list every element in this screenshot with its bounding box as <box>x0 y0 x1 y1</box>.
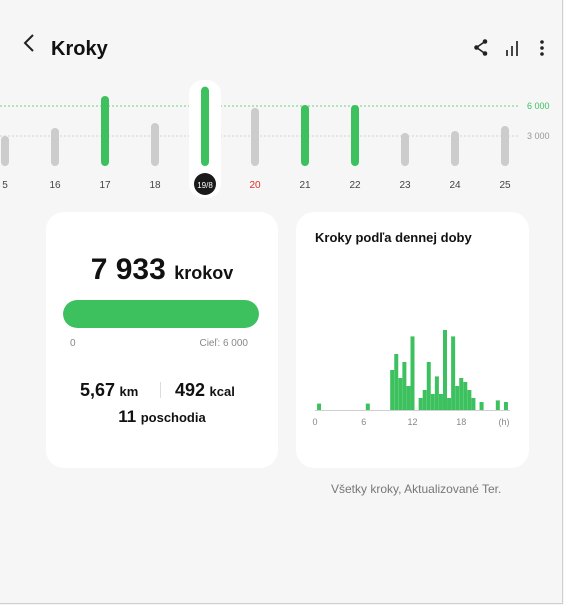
hourly-bar <box>394 354 399 410</box>
day-bar[interactable] <box>1 136 9 166</box>
distance: 5,67 km <box>80 377 138 405</box>
goal-line-label: 6 000 <box>527 101 550 111</box>
distance-calories-row: 5,67 km 492 kcal <box>46 377 278 403</box>
steps-summary-card[interactable]: 7 933 krokov 0 Cieľ: 6 000 5,67 km 492 k… <box>46 212 278 468</box>
day-label[interactable]: 21 <box>299 180 311 191</box>
calories: 492 kcal <box>175 377 235 405</box>
hourly-bar <box>398 378 403 410</box>
calories-unit: kcal <box>209 384 235 399</box>
floors: 11 poschodia <box>46 405 278 430</box>
day-bar[interactable] <box>451 131 459 166</box>
back-button[interactable] <box>22 32 36 62</box>
day-label[interactable]: 16 <box>49 180 61 191</box>
hourly-bar <box>447 398 452 410</box>
hourly-bar <box>365 403 370 410</box>
sync-note: Všetky kroky, Aktualizované Ter. <box>331 482 502 496</box>
progress-min-label: 0 <box>70 338 76 349</box>
hourly-bar <box>406 386 411 410</box>
hourly-bar <box>317 403 322 410</box>
hourly-bar <box>430 394 435 410</box>
day-bar[interactable] <box>151 123 159 166</box>
more-options-button[interactable] <box>538 38 546 58</box>
hourly-bar <box>455 386 460 410</box>
hourly-x-tick: (h) <box>499 417 510 427</box>
hourly-bar <box>418 398 423 410</box>
hourly-x-tick: 0 <box>312 417 317 427</box>
hourly-bar <box>434 376 439 410</box>
hourly-bar <box>479 402 484 410</box>
day-label[interactable]: 5 <box>2 180 8 191</box>
hourly-bar <box>471 398 476 410</box>
day-bar[interactable] <box>301 105 309 166</box>
day-bar[interactable] <box>201 86 209 166</box>
day-bar[interactable] <box>51 128 59 166</box>
hourly-bar <box>438 394 443 410</box>
hourly-bar <box>503 402 508 410</box>
distance-value: 5,67 <box>80 380 116 400</box>
day-bar[interactable] <box>351 105 359 166</box>
hourly-bar <box>443 330 447 410</box>
day-label[interactable]: 22 <box>349 180 361 191</box>
hourly-bar <box>402 362 407 410</box>
stat-divider <box>160 382 161 398</box>
chart-view-button[interactable] <box>505 38 521 58</box>
hourly-bar <box>459 378 464 410</box>
share-icon <box>474 39 488 56</box>
secondary-line-label: 3 000 <box>527 131 550 141</box>
day-bar[interactable] <box>401 133 409 166</box>
hourly-x-tick: 18 <box>456 417 466 427</box>
day-label[interactable]: 17 <box>99 180 111 191</box>
hourly-steps-chart: 0 6 12 18 (h) <box>312 330 510 427</box>
distance-unit: km <box>119 384 139 399</box>
app-header: Kroky <box>0 30 564 70</box>
hourly-bar <box>451 336 456 410</box>
hourly-bar <box>410 336 415 410</box>
steps-value: 7 933 <box>90 253 166 286</box>
day-label[interactable]: 20 <box>249 180 261 191</box>
hourly-x-tick: 6 <box>361 417 366 427</box>
more-vertical-icon <box>540 40 544 56</box>
day-label[interactable]: 23 <box>399 180 411 191</box>
day-bar[interactable] <box>101 96 109 166</box>
day-label[interactable]: 18 <box>149 180 161 191</box>
hourly-bar <box>467 390 472 410</box>
hourly-bar <box>495 400 500 410</box>
day-label[interactable]: 24 <box>449 180 461 191</box>
hourly-steps-card[interactable]: Kroky podľa dennej doby 0 6 12 18 (h) <box>296 212 529 468</box>
share-button[interactable] <box>473 38 489 58</box>
day-label[interactable]: 25 <box>499 180 511 191</box>
steps-progress-bar <box>63 300 259 328</box>
steps-progress-fill <box>63 300 259 328</box>
day-bar[interactable] <box>251 108 259 166</box>
daily-steps-strip[interactable]: 6 000 3 000 5 16 17 18 19/8 20 21 22 23 24 25 <box>0 78 564 203</box>
hourly-bar <box>422 390 427 410</box>
chevron-left-icon <box>23 34 34 52</box>
day-bar[interactable] <box>501 126 509 166</box>
hourly-bar <box>426 362 431 410</box>
steps-unit: krokov <box>174 263 234 283</box>
hourly-bar <box>463 382 468 410</box>
hourly-x-tick: 12 <box>407 417 417 427</box>
bar-chart-icon <box>506 41 518 56</box>
page-title: Kroky <box>51 38 108 60</box>
steps-count: 7 933 krokov <box>46 250 278 290</box>
hourly-bar <box>390 370 395 410</box>
day-label[interactable]: 19/8 <box>197 181 213 190</box>
floors-value: 11 <box>118 407 137 426</box>
floors-unit: poschodia <box>140 410 206 425</box>
calories-value: 492 <box>175 380 206 400</box>
goal-label: Cieľ: 6 000 <box>199 338 248 349</box>
